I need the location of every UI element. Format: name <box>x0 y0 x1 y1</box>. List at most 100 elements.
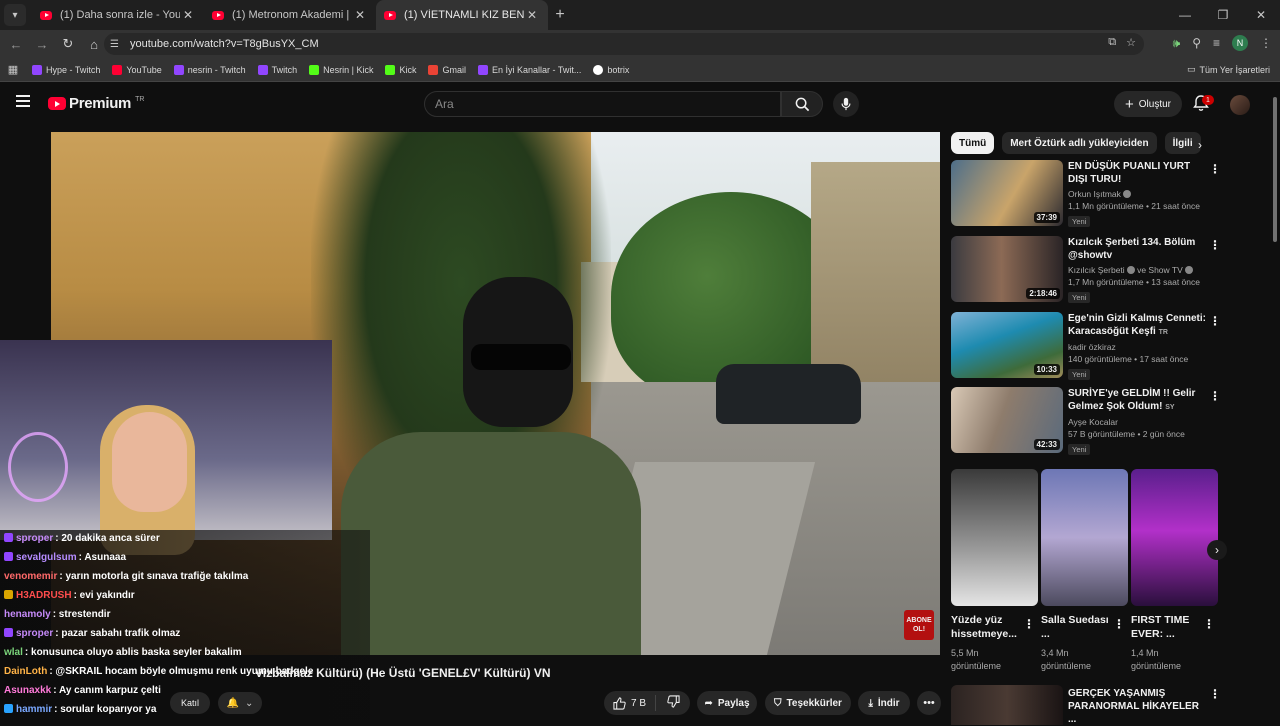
recommended-video[interactable]: 42:33 SURİYE'ye GELDİM !! Gelir Gelmez Ş… <box>951 387 1226 455</box>
new-badge: Yeni <box>1068 292 1091 303</box>
chat-message: sproper: pazar sabahı trafik olmaz <box>4 628 180 639</box>
chip-all[interactable]: Tümü <box>951 132 995 154</box>
join-button[interactable]: Katıl <box>170 692 210 714</box>
recommended-video[interactable]: GERÇEK YAŞANMIŞ PARANORMAL HİKAYELER ...… <box>951 685 1226 725</box>
verified-badge-icon <box>1184 266 1193 274</box>
more-options-icon[interactable]: ⋮ <box>1113 617 1125 631</box>
chat-badge-icon <box>4 590 13 599</box>
recommended-video[interactable]: 10:33 Ege'nin Gizli Kalmış Cenneti: Kara… <box>951 312 1226 380</box>
video-person <box>341 432 641 655</box>
all-bookmarks-folder[interactable]: ▭ Tüm Yer İşaretleri <box>1187 64 1270 75</box>
browser-tab-1[interactable]: (1) Daha sonra izle - YouTube ✕ <box>32 0 204 30</box>
install-app-icon[interactable]: ⧉ <box>1108 36 1116 49</box>
bookmark-item[interactable]: YouTube <box>112 64 162 75</box>
more-actions-button[interactable]: ••• <box>917 691 941 715</box>
menu-hamburger-icon[interactable] <box>16 95 30 107</box>
close-tab-icon[interactable]: ✕ <box>180 8 196 22</box>
bookmark-item[interactable]: Gmail <box>428 64 466 75</box>
short-thumbnail[interactable] <box>1131 469 1218 606</box>
shorts-next-chevron-icon[interactable]: › <box>1207 540 1227 560</box>
back-arrow-icon[interactable]: ← <box>4 37 28 52</box>
like-dislike-group: 7 B <box>604 691 690 715</box>
short-views: 5,5 Mn görüntüleme <box>951 648 1002 671</box>
video-thumbnail[interactable]: 2:18:46 <box>951 236 1063 302</box>
folder-icon: ▭ <box>1186 64 1196 74</box>
chat-message: hammir: sorular koparıyor ya <box>4 704 156 715</box>
thanks-button[interactable]: ⛉ Teşekkürler <box>765 691 851 715</box>
bookmark-item[interactable]: Nesrin | Kick <box>309 64 373 75</box>
bookmark-item[interactable]: nesrin - Twitch <box>173 64 246 75</box>
close-tab-icon[interactable]: ✕ <box>524 8 540 22</box>
reload-icon[interactable]: ↻ <box>56 36 80 52</box>
account-avatar[interactable] <box>1230 95 1250 115</box>
recommended-video[interactable]: 37:39 EN DÜŞÜK PUANLI YURT DIŞI TURU! Or… <box>951 160 1226 228</box>
youtube-premium-logo[interactable]: Premium TR <box>48 95 144 112</box>
more-options-icon[interactable]: ⋮ <box>1023 617 1035 631</box>
more-options-icon[interactable]: ⋮ <box>1203 617 1215 631</box>
bookmark-item[interactable]: Twitch <box>257 64 297 75</box>
home-icon[interactable]: ⌂ <box>82 37 106 52</box>
close-window-icon[interactable]: ✕ <box>1242 8 1280 22</box>
media-control-icon[interactable]: ≡ <box>1213 36 1220 50</box>
forward-arrow-icon[interactable]: → <box>30 37 54 52</box>
video-thumbnail[interactable]: 37:39 <box>951 160 1063 226</box>
close-tab-icon[interactable]: ✕ <box>352 8 368 22</box>
twitch-icon <box>173 64 184 75</box>
more-options-icon[interactable]: ⋮ <box>1209 238 1221 252</box>
bookmark-item[interactable]: En İyi Kanallar - Twit... <box>478 64 581 75</box>
short-title[interactable]: FIRST TIME EVER: ... <box>1131 613 1201 641</box>
chip-from-uploader[interactable]: Mert Öztürk adlı yükleyiciden <box>1002 132 1157 154</box>
address-bar[interactable]: ☰ youtube.com/watch?v=T8gBusYX_CM ⧉ ☆ <box>104 33 1144 55</box>
video-thumbnail[interactable]: 42:33 <box>951 387 1063 453</box>
chevron-down-icon: ⌄ <box>245 697 254 709</box>
more-options-icon[interactable]: ⋮ <box>1209 314 1221 328</box>
chat-badge-icon <box>4 552 13 561</box>
notification-settings-button[interactable]: 🔔 ⌄ <box>218 692 262 714</box>
gmail-icon <box>428 64 439 75</box>
new-badge: Yeni <box>1068 444 1091 455</box>
short-views: 3,4 Mn görüntüleme <box>1041 648 1092 671</box>
browser-menu-icon[interactable]: ⋮ <box>1260 36 1272 50</box>
extensions-puzzle-icon[interactable]: ⚲ <box>1192 36 1201 50</box>
scrollbar-thumb[interactable] <box>1273 97 1277 242</box>
verified-badge-icon <box>1126 266 1135 274</box>
share-button[interactable]: ➦ Paylaş <box>697 691 757 715</box>
apps-grid-icon[interactable]: ▦ <box>0 63 26 76</box>
profile-avatar[interactable]: N <box>1232 35 1248 51</box>
video-thumbnail[interactable] <box>951 685 1063 725</box>
chat-message: venomemir: yarın motorla git sınava traf… <box>4 571 249 582</box>
chip-related[interactable]: İlgili <box>1164 132 1201 154</box>
site-info-icon[interactable]: ☰ <box>110 39 126 50</box>
browser-tab-3-active[interactable]: (1) VİETNAMLI KIZ BENİ TEZGA ✕ <box>376 0 548 30</box>
more-options-icon[interactable]: ⋮ <box>1209 687 1221 701</box>
dislike-button[interactable] <box>656 695 690 711</box>
bookmark-item[interactable]: Kick <box>385 64 416 75</box>
recommended-video[interactable]: 2:18:46 Kızılcık Şerbeti 134. Bölüm @sho… <box>951 236 1226 304</box>
search-button[interactable] <box>781 91 823 117</box>
short-title[interactable]: Yüzde yüz hissetmeye... <box>951 613 1021 641</box>
tab-search-button[interactable]: ▾ <box>4 4 26 26</box>
minimize-icon[interactable]: — <box>1166 8 1204 22</box>
new-tab-button[interactable]: + <box>548 6 572 24</box>
bookmark-star-icon[interactable]: ☆ <box>1126 36 1136 49</box>
browser-tab-2[interactable]: (1) Metronom Akademi | 19. Bö ✕ <box>204 0 376 30</box>
super-thanks-icon: ⛉ <box>774 697 782 709</box>
more-options-icon[interactable]: ⋮ <box>1209 389 1221 403</box>
voice-search-button[interactable] <box>833 91 859 117</box>
bookmark-item[interactable]: Hype - Twitch <box>32 64 100 75</box>
search-input[interactable]: Ara <box>424 91 781 117</box>
chat-message: sevalgulsum: Asunaaa <box>4 552 126 563</box>
download-button[interactable]: ⤓ İndir <box>858 691 910 715</box>
create-button[interactable]: + Oluştur <box>1114 91 1182 117</box>
chevron-right-icon[interactable]: › <box>1198 138 1202 152</box>
like-button[interactable]: 7 B <box>604 695 656 711</box>
restore-icon[interactable]: ❐ <box>1204 8 1242 22</box>
video-thumbnail[interactable]: 10:33 <box>951 312 1063 378</box>
short-thumbnail[interactable] <box>951 469 1038 606</box>
bookmark-item[interactable]: botrix <box>593 64 629 75</box>
short-title[interactable]: Salla Suedası ... <box>1041 613 1111 641</box>
audio-playing-icon[interactable]: 🕪 <box>1173 36 1181 51</box>
more-options-icon[interactable]: ⋮ <box>1209 162 1221 176</box>
tab-title: (1) Daha sonra izle - YouTube <box>60 9 180 21</box>
short-thumbnail[interactable] <box>1041 469 1128 606</box>
